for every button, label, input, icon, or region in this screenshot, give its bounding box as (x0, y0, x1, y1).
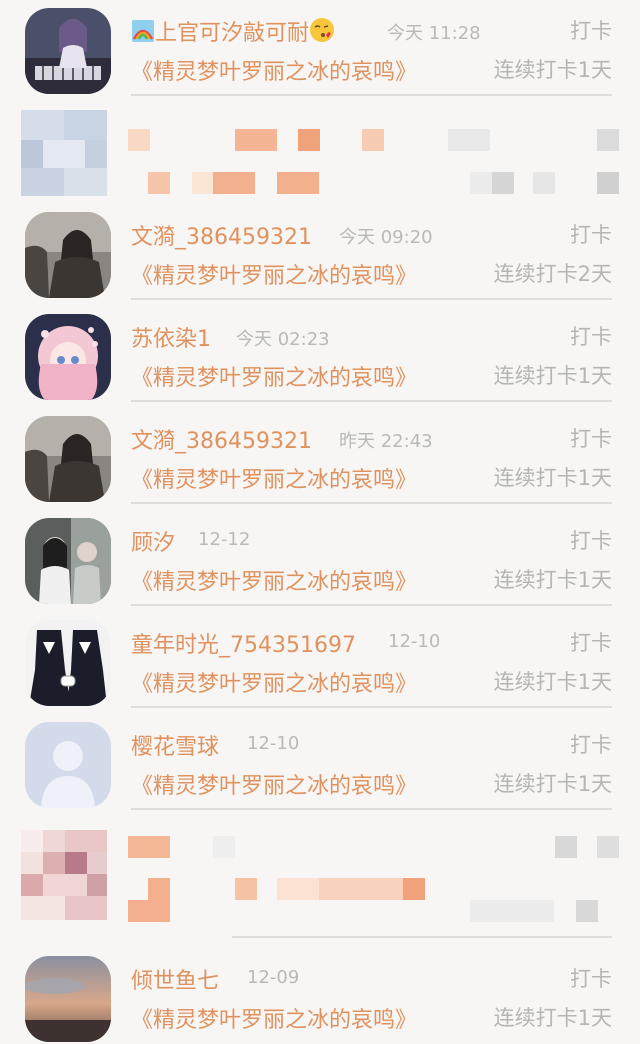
checkin-row[interactable]: 文漪_386459321 昨天 22:43 打卡 《精灵梦叶罗丽之冰的哀鸣》 连… (0, 408, 640, 510)
book-title-link[interactable]: 《精灵梦叶罗丽之冰的哀鸣》 (131, 54, 417, 86)
checkin-row[interactable]: 倾世鱼七 12-09 打卡 《精灵梦叶罗丽之冰的哀鸣》 连续打卡1天 (0, 942, 640, 1044)
checkin-label: 打卡 (570, 223, 612, 247)
book-title-link[interactable]: 《精灵梦叶罗丽之冰的哀鸣》 (131, 666, 417, 698)
obscured-row (0, 816, 640, 942)
avatar[interactable] (25, 416, 111, 502)
checkin-label: 打卡 (570, 733, 612, 757)
row-divider (131, 808, 612, 810)
row-divider (131, 706, 612, 708)
user-name[interactable]: 童年时光_754351697 (131, 627, 356, 659)
avatar[interactable] (25, 314, 111, 400)
row-divider (131, 94, 612, 96)
checkin-list: 上官可汐敲可耐 今天 11:28 打卡 《精灵梦叶罗丽之冰的哀鸣》 连续打卡1天 (0, 0, 640, 1042)
streak-count: 连续打卡1天 (493, 568, 612, 592)
checkin-label: 打卡 (570, 529, 612, 553)
kiss-face-icon (309, 17, 335, 49)
streak-count: 连续打卡1天 (493, 466, 612, 490)
checkin-row[interactable]: 顾汐 12-12 打卡 《精灵梦叶罗丽之冰的哀鸣》 连续打卡1天 (0, 510, 640, 612)
checkin-row[interactable]: 童年时光_754351697 12-10 打卡 《精灵梦叶罗丽之冰的哀鸣》 连续… (0, 612, 640, 714)
user-name[interactable]: 上官可汐敲可耐 (155, 21, 309, 46)
user-name[interactable]: 文漪_386459321 (131, 423, 312, 455)
checkin-label: 打卡 (570, 325, 612, 349)
checkin-row[interactable]: 苏依染1 今天 02:23 打卡 《精灵梦叶罗丽之冰的哀鸣》 连续打卡1天 (0, 306, 640, 408)
streak-count: 连续打卡1天 (493, 670, 612, 694)
rainbow-icon (131, 19, 155, 49)
checkin-row[interactable]: 樱花雪球 12-10 打卡 《精灵梦叶罗丽之冰的哀鸣》 连续打卡1天 (0, 714, 640, 816)
checkin-time: 12-10 (388, 631, 441, 652)
row-divider (131, 400, 612, 402)
book-title-link[interactable]: 《精灵梦叶罗丽之冰的哀鸣》 (131, 564, 417, 596)
default-avatar[interactable] (25, 722, 111, 808)
user-name[interactable]: 樱花雪球 (131, 729, 219, 761)
book-title-link[interactable]: 《精灵梦叶罗丽之冰的哀鸣》 (131, 360, 417, 392)
user-name[interactable]: 文漪_386459321 (131, 219, 312, 251)
book-title-link[interactable]: 《精灵梦叶罗丽之冰的哀鸣》 (131, 768, 417, 800)
row-divider (232, 936, 612, 938)
checkin-time: 12-12 (198, 529, 251, 550)
row-divider (131, 604, 612, 606)
user-name[interactable]: 顾汐 (131, 525, 175, 557)
avatar[interactable] (25, 8, 111, 94)
book-title-link[interactable]: 《精灵梦叶罗丽之冰的哀鸣》 (131, 462, 417, 494)
streak-count: 连续打卡1天 (493, 58, 612, 82)
checkin-time: 今天 11:28 (387, 23, 481, 44)
pixelated-text (0, 816, 640, 942)
streak-count: 连续打卡1天 (493, 772, 612, 796)
obscured-row (0, 102, 640, 204)
checkin-time: 今天 02:23 (236, 329, 330, 350)
avatar[interactable] (25, 620, 111, 706)
user-name[interactable]: 倾世鱼七 (131, 963, 219, 995)
checkin-row[interactable]: 文漪_386459321 今天 09:20 打卡 《精灵梦叶罗丽之冰的哀鸣》 连… (0, 204, 640, 306)
book-title-link[interactable]: 《精灵梦叶罗丽之冰的哀鸣》 (131, 1002, 417, 1034)
pixelated-text (0, 102, 640, 204)
avatar[interactable] (25, 956, 111, 1042)
checkin-label: 打卡 (570, 967, 612, 991)
checkin-label: 打卡 (570, 631, 612, 655)
checkin-time: 昨天 22:43 (339, 431, 433, 452)
user-name[interactable]: 苏依染1 (131, 321, 211, 353)
row-divider (131, 502, 612, 504)
checkin-time: 今天 09:20 (339, 227, 433, 248)
checkin-time: 12-10 (247, 733, 300, 754)
avatar[interactable] (25, 518, 111, 604)
checkin-label: 打卡 (570, 19, 612, 43)
row-divider (131, 298, 612, 300)
checkin-row[interactable]: 上官可汐敲可耐 今天 11:28 打卡 《精灵梦叶罗丽之冰的哀鸣》 连续打卡1天 (0, 0, 640, 102)
checkin-time: 12-09 (247, 967, 300, 988)
streak-count: 连续打卡1天 (493, 364, 612, 388)
book-title-link[interactable]: 《精灵梦叶罗丽之冰的哀鸣》 (131, 258, 417, 290)
streak-count: 连续打卡2天 (493, 262, 612, 286)
checkin-label: 打卡 (570, 427, 612, 451)
avatar[interactable] (25, 212, 111, 298)
